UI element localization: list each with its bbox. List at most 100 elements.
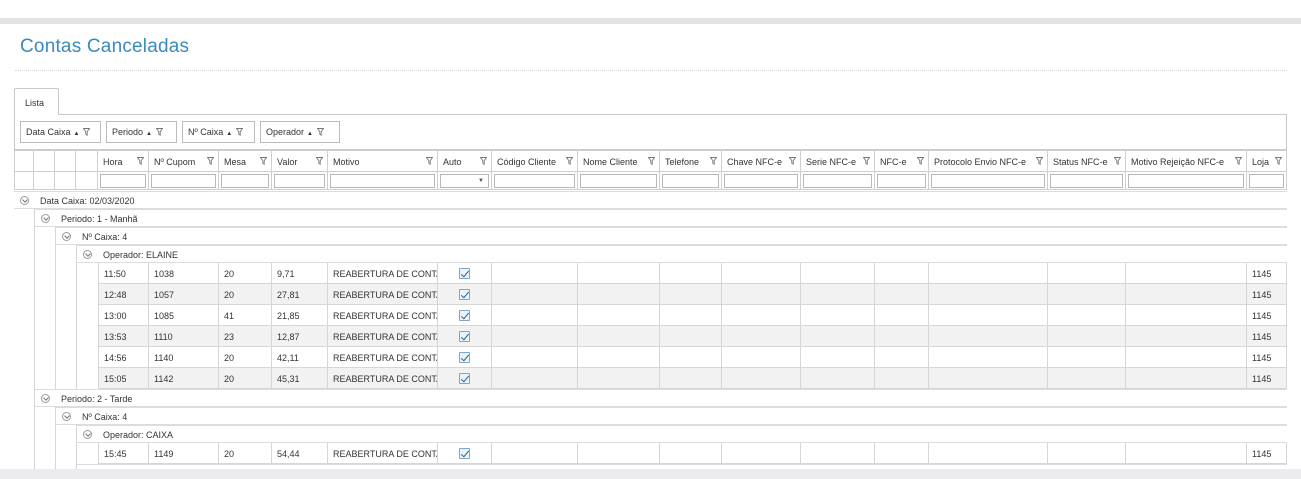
filter-input[interactable] <box>580 174 657 188</box>
filter-input[interactable] <box>274 174 325 188</box>
table-cell <box>1048 284 1126 305</box>
table-cell: 42,11 <box>272 347 328 368</box>
funnel-icon[interactable] <box>1036 157 1043 165</box>
funnel-icon[interactable] <box>480 157 487 165</box>
collapse-circle-icon[interactable] <box>20 196 29 205</box>
column-header-3[interactable]: Mesa <box>219 150 272 171</box>
horizontal-scrollbar[interactable] <box>0 469 1301 479</box>
funnel-icon[interactable] <box>155 128 163 136</box>
filter-input[interactable] <box>931 174 1045 188</box>
table-row[interactable]: 12:48 1057 20 27,81 REABERTURA DE CONTA 1145 <box>98 284 1287 305</box>
filter-input[interactable] <box>1249 174 1284 188</box>
auto-filter-select[interactable]: ▼ <box>440 174 489 188</box>
group-by-button-4[interactable]: Operador ▲ <box>260 121 340 143</box>
filter-input[interactable] <box>1128 174 1244 188</box>
sort-ascending-icon[interactable]: ▲ <box>226 131 232 137</box>
filter-input[interactable] <box>151 174 216 188</box>
filter-input[interactable] <box>1050 174 1123 188</box>
column-header-7[interactable]: Código Cliente <box>492 150 578 171</box>
table-row[interactable]: 15:05 1142 20 45,31 REABERTURA DE CONTA 1145 <box>98 368 1287 389</box>
group-by-button-1[interactable]: Data Caixa ▲ <box>20 121 101 143</box>
table-cell: 1145 <box>1247 263 1287 284</box>
column-header-4[interactable]: Valor <box>272 150 328 171</box>
filter-input[interactable] <box>724 174 798 188</box>
funnel-icon[interactable] <box>236 128 244 136</box>
table-row[interactable]: 15:45 1149 20 54,44 REABERTURA DE CONTA 1145 <box>98 443 1287 464</box>
table-cell <box>438 443 492 464</box>
collapse-circle-icon[interactable] <box>62 412 71 421</box>
indent-line <box>55 263 56 284</box>
table-cell: 1145 <box>1247 284 1287 305</box>
column-header-16[interactable]: Loja <box>1247 150 1287 171</box>
column-header-label: Serie NFC-e <box>806 157 857 167</box>
filter-input[interactable] <box>877 174 926 188</box>
filter-input[interactable] <box>330 174 435 188</box>
checked-checkbox-icon[interactable] <box>459 373 470 384</box>
column-header-9[interactable]: Telefone <box>660 150 722 171</box>
filter-input[interactable] <box>221 174 269 188</box>
sort-ascending-icon[interactable]: ▲ <box>307 131 313 137</box>
table-cell: 13:00 <box>98 305 149 326</box>
filter-input[interactable] <box>494 174 575 188</box>
collapse-circle-icon[interactable] <box>83 430 92 439</box>
funnel-icon[interactable] <box>566 157 573 165</box>
column-header-6[interactable]: Auto <box>438 150 492 171</box>
group-by-button-2[interactable]: Periodo ▲ <box>106 121 177 143</box>
column-header-5[interactable]: Motivo <box>328 150 438 171</box>
funnel-icon[interactable] <box>789 157 796 165</box>
funnel-icon[interactable] <box>426 157 433 165</box>
checked-checkbox-icon[interactable] <box>459 268 470 279</box>
collapse-circle-icon[interactable] <box>83 250 92 259</box>
column-header-2[interactable]: Nº Cupom <box>149 150 219 171</box>
checked-checkbox-icon[interactable] <box>459 352 470 363</box>
collapse-circle-icon[interactable] <box>41 394 50 403</box>
table-row[interactable]: 14:56 1140 20 42,11 REABERTURA DE CONTA 1145 <box>98 347 1287 368</box>
column-header-label: Nº Cupom <box>154 157 196 167</box>
sort-ascending-icon[interactable]: ▲ <box>74 131 80 137</box>
column-header-11[interactable]: Serie NFC-e <box>801 150 875 171</box>
funnel-icon[interactable] <box>863 157 870 165</box>
filter-input[interactable] <box>662 174 719 188</box>
checked-checkbox-icon[interactable] <box>459 448 470 459</box>
group-row-operator: Operador: ELAINE <box>76 245 1287 263</box>
funnel-icon[interactable] <box>316 128 324 136</box>
sort-ascending-icon[interactable]: ▲ <box>146 131 152 137</box>
funnel-icon[interactable] <box>1235 157 1242 165</box>
column-header-14[interactable]: Status NFC-e <box>1048 150 1126 171</box>
collapse-circle-icon[interactable] <box>62 232 71 241</box>
funnel-icon[interactable] <box>260 157 267 165</box>
funnel-icon[interactable] <box>83 128 91 136</box>
table-row[interactable]: 13:53 1110 23 12,87 REABERTURA DE CONTA 1145 <box>98 326 1287 347</box>
funnel-icon[interactable] <box>917 157 924 165</box>
table-cell <box>492 443 578 464</box>
funnel-icon[interactable] <box>1114 157 1121 165</box>
column-header-13[interactable]: Protocolo Envio NFC-e <box>929 150 1048 171</box>
table-row[interactable]: 13:00 1085 41 21,85 REABERTURA DE CONTA 1145 <box>98 305 1287 326</box>
column-header-15[interactable]: Motivo Rejeição NFC-e <box>1126 150 1247 171</box>
column-header-10[interactable]: Chave NFC-e <box>722 150 801 171</box>
funnel-icon[interactable] <box>710 157 717 165</box>
filter-input[interactable] <box>803 174 872 188</box>
indent-line <box>76 368 77 389</box>
group-by-button-3[interactable]: Nº Caixa ▲ <box>182 121 255 143</box>
column-header-12[interactable]: NFC-e <box>875 150 929 171</box>
filter-input[interactable] <box>100 174 146 188</box>
filter-cell <box>328 171 438 190</box>
funnel-icon[interactable] <box>207 157 214 165</box>
table-cell: 20 <box>219 263 272 284</box>
funnel-icon[interactable] <box>137 157 144 165</box>
collapse-circle-icon[interactable] <box>41 214 50 223</box>
checked-checkbox-icon[interactable] <box>459 310 470 321</box>
table-cell: REABERTURA DE CONTA <box>328 284 438 305</box>
checked-checkbox-icon[interactable] <box>459 331 470 342</box>
column-header-8[interactable]: Nome Cliente <box>578 150 660 171</box>
table-cell: 1110 <box>149 326 219 347</box>
funnel-icon[interactable] <box>648 157 655 165</box>
group-row-label: Nº Caixa: 4 <box>82 232 128 242</box>
table-row[interactable]: 11:50 1038 20 9,71 REABERTURA DE CONTA 1145 <box>98 263 1287 284</box>
column-header-1[interactable]: Hora <box>98 150 149 171</box>
checked-checkbox-icon[interactable] <box>459 289 470 300</box>
tab-lista[interactable]: Lista <box>14 88 59 115</box>
funnel-icon[interactable] <box>316 157 323 165</box>
funnel-icon[interactable] <box>1275 157 1282 165</box>
